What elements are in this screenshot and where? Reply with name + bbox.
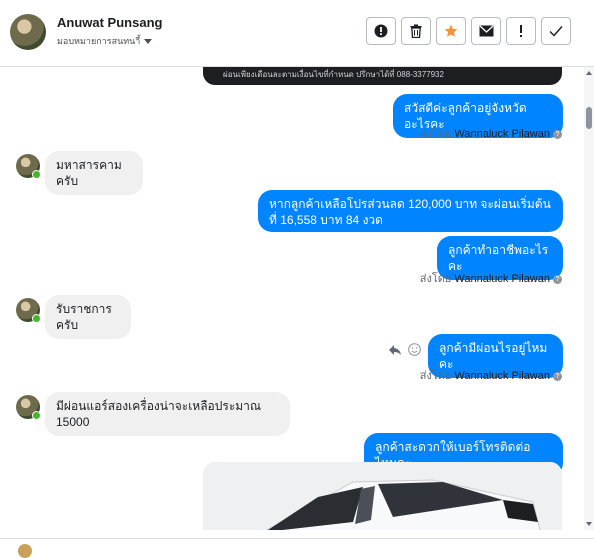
info-icon[interactable]: ? (553, 130, 562, 139)
star-icon (444, 24, 458, 37)
car-image (203, 462, 562, 530)
check-icon (549, 26, 563, 37)
sent-by-agent: Wannaluck Pilawan (454, 128, 550, 140)
assign-label: มอบหมายการสนทนาี้ (57, 36, 141, 46)
online-status-dot (32, 170, 41, 179)
trash-icon (410, 24, 422, 38)
car-photo-attachment[interactable] (203, 462, 562, 530)
contact-avatar-small[interactable] (16, 154, 41, 179)
contact-name[interactable]: Anuwat Punsang (57, 15, 162, 30)
message-image-top[interactable]: ผ่อนเพียงเดือนละตามเงื่อนไขที่กำหนด ปรึก… (203, 67, 562, 85)
info-icon[interactable]: ? (553, 275, 562, 284)
chevron-down-icon (144, 39, 153, 45)
sent-by-label: ส่งโดย Wannaluck Pilawan? (420, 124, 562, 142)
scroll-down-arrow-icon[interactable] (586, 522, 592, 526)
composer-area[interactable] (0, 538, 594, 558)
sent-by-agent: Wannaluck Pilawan (454, 370, 550, 382)
mark-done-button[interactable] (541, 17, 571, 45)
emoji-icon[interactable] (408, 343, 421, 356)
delete-button[interactable] (401, 17, 431, 45)
reply-icon[interactable] (388, 344, 402, 356)
message-thread[interactable]: ผ่อนเพียงเดือนละตามเงื่อนไขที่กำหนด ปรึก… (0, 67, 584, 530)
scrollbar-thumb[interactable] (586, 107, 592, 129)
incoming-message[interactable]: รับราชการครับ (45, 295, 131, 339)
online-status-dot (32, 411, 41, 420)
star-button[interactable] (436, 17, 466, 45)
conversation-toolbar (366, 17, 571, 45)
agent-avatar (18, 544, 32, 558)
message-actions (388, 343, 421, 356)
online-status-dot (32, 314, 41, 323)
scroll-up-arrow-icon[interactable] (586, 71, 592, 75)
incoming-message[interactable]: มีผ่อนแอร์สองเครื่องน่าจะเหลือประมาณ 150… (45, 392, 290, 436)
scrollbar[interactable] (584, 67, 594, 530)
assign-conversation-dropdown[interactable]: มอบหมายการสนทนาี้ (57, 34, 153, 48)
incoming-message[interactable]: มหาสารคามครับ (45, 151, 143, 195)
contact-avatar[interactable] (10, 14, 46, 50)
sent-by-prefix: ส่งโดย (419, 273, 452, 285)
sent-by-prefix: ส่งโดย (419, 128, 452, 140)
info-icon[interactable]: ? (553, 372, 562, 381)
mark-unread-button[interactable] (471, 17, 501, 45)
exclamation-icon (520, 25, 522, 37)
mark-spam-button[interactable] (366, 17, 396, 45)
sent-by-label: ส่งโดย Wannaluck Pilawan? (420, 366, 562, 384)
mail-icon (479, 25, 493, 37)
sent-by-prefix: ส่งโดย (419, 370, 452, 382)
contact-avatar-small[interactable] (16, 395, 41, 420)
sent-by-agent: Wannaluck Pilawan (454, 273, 550, 285)
contact-avatar-small[interactable] (16, 298, 41, 323)
sent-by-label: ส่งโดย Wannaluck Pilawan? (420, 269, 562, 287)
mark-important-button[interactable] (506, 17, 536, 45)
alert-circle-icon (374, 24, 388, 38)
outgoing-message[interactable]: หากลูกค้าเหลือโปรส่วนลด 120,000 บาท จะผ่… (258, 190, 563, 232)
image-caption: ผ่อนเพียงเดือนละตามเงื่อนไขที่กำหนด ปรึก… (223, 70, 444, 79)
conversation-header: Anuwat Punsang มอบหมายการสนทนาี้ (0, 0, 594, 67)
